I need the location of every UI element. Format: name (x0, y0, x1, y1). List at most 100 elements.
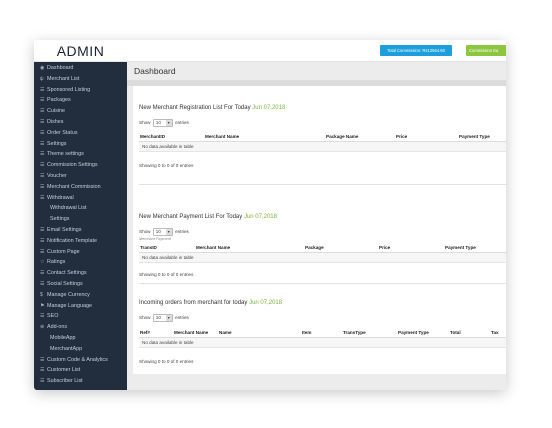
sidebar-item-commission-settings[interactable]: ☰ Commission Settings (34, 160, 127, 171)
sidebar-item-label: Withdrawal List (50, 205, 87, 212)
list-icon: ☰ (40, 378, 45, 385)
sidebar-item-manage-language[interactable]: ⚑ Manage Language (34, 301, 127, 312)
orders-length-control: Show 10 ▼ entries (139, 314, 189, 322)
list-icon: ☰ (40, 118, 45, 125)
column-header[interactable]: Total (450, 330, 461, 335)
orders-table-header: Ref# Merchant Name Name Item TransType P… (139, 328, 506, 338)
list-icon: ☰ (40, 248, 45, 255)
empty-table-row: No data available in table (139, 142, 506, 152)
sidebar-item-contact-settings[interactable]: ☰ Contact Settings (34, 268, 127, 279)
sidebar-item-settings[interactable]: Settings (34, 214, 127, 225)
column-header[interactable]: MerchantID (140, 134, 165, 139)
sidebar-item-merchant-commission[interactable]: ☰ Merchant Commission (34, 182, 127, 193)
column-header[interactable]: Price (379, 245, 390, 250)
list-icon: ☰ (40, 237, 45, 244)
sidebar-item-label: Ratings (47, 259, 66, 266)
column-header[interactable]: Payment Type (445, 245, 476, 250)
page-title: Dashboard (134, 66, 176, 76)
app-window: ADMIN Total Commission: Rs12564.60 Commi… (34, 40, 506, 390)
column-header[interactable]: Payment Type (459, 134, 490, 139)
select-value: 10 (155, 315, 161, 320)
list-icon: ☰ (40, 151, 45, 158)
total-commission-button[interactable]: Total Commission: Rs12564.60 (380, 45, 452, 56)
tachometer-icon: ◉ (40, 65, 45, 71)
show-label: Show (139, 229, 151, 235)
payment-table-caption: Merchant Payment (139, 237, 171, 241)
sidebar-item-notification-template[interactable]: ☰ Notification Template (34, 236, 127, 247)
chevron-down-icon: ▼ (165, 120, 172, 126)
payment-orders-panel: New Merchant Payment List For Today Jun … (133, 214, 506, 374)
orders-length-select[interactable]: 10 ▼ (152, 314, 173, 322)
column-header[interactable]: TransID (140, 245, 157, 250)
column-header[interactable]: Merchant Name (196, 245, 230, 250)
commission-earned-button[interactable]: Commission Ea (466, 45, 506, 56)
sidebar-item-label: Dashboard (47, 65, 74, 71)
sidebar-item-label: Merchant List (47, 75, 80, 82)
sidebar-item-order-status[interactable]: ☰ Order Status (34, 128, 127, 139)
sidebar-item-dashboard[interactable]: ◉ Dashboard (34, 63, 127, 74)
sidebar-item-packages[interactable]: ☰ Packages (34, 95, 127, 106)
sidebar-item-mobileapp[interactable]: MobileApp (34, 333, 127, 344)
list-icon: ☰ (40, 367, 45, 374)
sidebar-item-custom-code-analytics[interactable]: ☰ Custom Code & Analytics (34, 355, 127, 366)
sidebar-item-label: Dishes (47, 118, 64, 125)
sidebar-item-seo[interactable]: ☰ SEO (34, 311, 127, 322)
column-header[interactable]: Payment Type (398, 330, 429, 335)
sidebar-item-withdrawal[interactable]: ☰ Withdrawal (34, 193, 127, 204)
sidebar-item-custom-page[interactable]: ☰ Custom Page (34, 247, 127, 258)
sidebar-item-subscriber-list[interactable]: ☰ Subscriber List (34, 376, 127, 387)
list-icon: ☰ (40, 172, 45, 179)
column-header[interactable]: Name (219, 330, 232, 335)
orders-title: Incoming orders from merchant for today … (139, 300, 282, 306)
list-icon: ☰ (40, 97, 45, 104)
column-header[interactable]: Package Name (326, 134, 358, 139)
sidebar-item-merchant-list[interactable]: ψ Merchant List (34, 74, 127, 85)
sidebar-item-sponsored-listing[interactable]: ☰ Sponsored Listing (34, 85, 127, 96)
column-header[interactable]: Item (302, 330, 311, 335)
sidebar-item-settings[interactable]: ☰ Settings (34, 139, 127, 150)
sidebar-item-email-settings[interactable]: ☰ Email Settings (34, 225, 127, 236)
main-content: Dashboard New Merchant Registration List… (127, 62, 506, 390)
sidebar-item-social-settings[interactable]: ☰ Social Settings (34, 279, 127, 290)
sidebar-item-label: Merchant Commission (47, 183, 101, 190)
sidebar-item-customer-list[interactable]: ☰ Customer List (34, 365, 127, 376)
sidebar-item-label: Custom Code & Analytics (47, 356, 108, 363)
flag-icon: ⚑ (40, 302, 45, 309)
sidebar-item-label: Settings (47, 140, 67, 147)
empty-table-row: No data available in table (139, 253, 506, 263)
sidebar-item-cuisine[interactable]: ☰ Cuisine (34, 106, 127, 117)
column-header[interactable]: Merchant Name (205, 134, 239, 139)
star-icon: ☆ (40, 259, 45, 266)
payment-length-control: Show 10 ▼ entries (139, 228, 189, 236)
sidebar-item-label: Packages (47, 97, 71, 104)
column-header[interactable]: TransType (343, 330, 366, 335)
sidebar-item-label: Contact Settings (47, 270, 87, 277)
payment-length-select[interactable]: 10 ▼ (152, 228, 173, 236)
sidebar-item-label: Notification Template (47, 237, 97, 244)
sidebar-item-label: Subscriber List (47, 378, 83, 385)
column-header[interactable]: Price (396, 134, 407, 139)
payment-table-header: TransID Merchant Name Package Price Paym… (139, 243, 506, 253)
list-icon: ☰ (40, 313, 45, 320)
registration-title: New Merchant Registration List For Today… (139, 105, 285, 111)
column-header[interactable]: Ref# (140, 330, 150, 335)
sidebar-item-merchantapp[interactable]: MerchantApp (34, 344, 127, 355)
sidebar-item-theme-settings[interactable]: ☰ Theme settings (34, 149, 127, 160)
sidebar-item-label: Social Settings (47, 280, 83, 287)
list-icon: ☰ (40, 270, 45, 277)
sidebar-item-add-ons[interactable]: ⊕ Add-ons (34, 322, 127, 333)
sidebar-item-voucher[interactable]: ☰ Voucher (34, 171, 127, 182)
brand-logo[interactable]: ADMIN (34, 40, 127, 62)
column-header[interactable]: Tax (491, 330, 499, 335)
select-value: 10 (155, 229, 161, 234)
sidebar-item-label: Custom Page (47, 248, 80, 255)
registration-length-select[interactable]: 10 ▼ (152, 119, 173, 127)
column-header[interactable]: Merchant Name (174, 330, 208, 335)
registration-date: Jun 07,2018 (252, 105, 286, 111)
sidebar-item-label: Add-ons (47, 324, 68, 331)
sidebar-item-ratings[interactable]: ☆ Ratings (34, 257, 127, 268)
column-header[interactable]: Package (305, 245, 324, 250)
sidebar-item-manage-currency[interactable]: $ Manage Currency (34, 290, 127, 301)
sidebar-item-dishes[interactable]: ☰ Dishes (34, 117, 127, 128)
sidebar-item-withdrawal-list[interactable]: Withdrawal List (34, 203, 127, 214)
